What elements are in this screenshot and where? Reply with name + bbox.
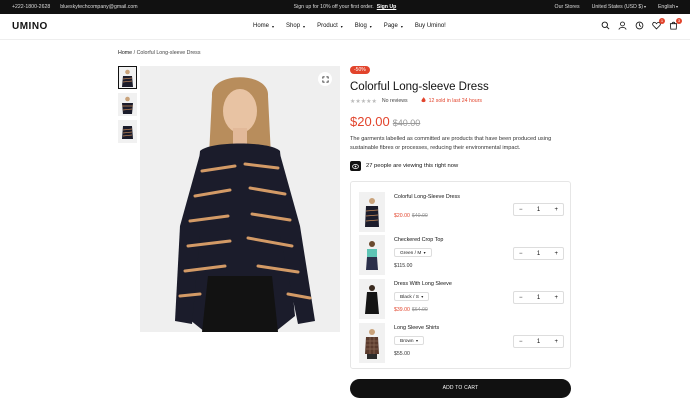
bundle-item-name[interactable]: Colorful Long-Sleeve Dress bbox=[394, 194, 460, 200]
cart-count-badge: 3 bbox=[676, 18, 682, 24]
nav-item-buy[interactable]: Buy Umino! bbox=[415, 23, 446, 29]
bundle-item: Dress With Long Sleeve Black / S ▾ $39.0… bbox=[359, 279, 564, 319]
currency-selector[interactable]: United States (USD $)▾ bbox=[592, 4, 646, 10]
review-count[interactable]: No reviews bbox=[382, 98, 408, 104]
bundle-item-price: $55.00 bbox=[394, 351, 410, 357]
quantity-stepper[interactable]: − 1 + bbox=[513, 203, 564, 216]
nav-item-product[interactable]: Product ▾ bbox=[317, 23, 343, 29]
bundle-item: Colorful Long-Sleeve Dress $20.00 $40.00 … bbox=[359, 192, 564, 232]
product-description: The garments labelled as committed are p… bbox=[350, 136, 552, 151]
current-price: $20.00 bbox=[350, 114, 390, 129]
add-to-cart-button[interactable]: ADD TO CART bbox=[350, 379, 571, 398]
nav-item-blog[interactable]: Blog ▾ bbox=[355, 23, 372, 29]
language-selector[interactable]: English▾ bbox=[658, 4, 678, 10]
bundle-item-price: $20.00 $40.00 bbox=[394, 213, 428, 219]
cart-icon[interactable]: 3 bbox=[669, 18, 682, 30]
chevron-down-icon: ▾ bbox=[643, 4, 646, 9]
increase-button[interactable]: + bbox=[554, 295, 558, 301]
compare-icon[interactable] bbox=[635, 21, 644, 30]
quantity-stepper[interactable]: − 1 + bbox=[513, 335, 564, 348]
viewing-text: 27 people are viewing this right now bbox=[366, 163, 459, 169]
announcement-bar: +222-1800-2628 blueskytechcompany@gmail.… bbox=[0, 0, 690, 14]
star-rating-icon[interactable]: ★★★★★ bbox=[350, 98, 377, 105]
chevron-down-icon: ▾ bbox=[303, 23, 306, 29]
decrease-button[interactable]: − bbox=[519, 339, 523, 345]
bundle-item-price: $115.00 bbox=[394, 263, 413, 269]
rating-row: ★★★★★ No reviews 12 sold in last 24 hour… bbox=[350, 97, 482, 105]
decrease-button[interactable]: − bbox=[519, 251, 523, 257]
increase-button[interactable]: + bbox=[554, 207, 558, 213]
main-product-image[interactable] bbox=[140, 66, 340, 332]
bundle-item-name[interactable]: Long Sleeve Shirts bbox=[394, 325, 439, 331]
viewing-notice: 27 people are viewing this right now bbox=[350, 161, 458, 171]
thumbnail-3[interactable] bbox=[118, 120, 137, 143]
nav-item-home[interactable]: Home ▾ bbox=[253, 23, 274, 29]
chevron-down-icon: ▾ bbox=[272, 23, 275, 29]
variant-select[interactable]: Brown ▾ bbox=[394, 336, 424, 345]
bundle-item: Long Sleeve Shirts Brown ▾ $55.00 − 1 + bbox=[359, 323, 564, 363]
chevron-down-icon: ▾ bbox=[415, 338, 418, 343]
thumbnail-image bbox=[122, 96, 133, 114]
chevron-down-icon: ▾ bbox=[340, 23, 343, 29]
quantity-value[interactable]: 1 bbox=[537, 207, 540, 213]
bundle-item: Checkered Crop Top Green / M ▾ $115.00 −… bbox=[359, 235, 564, 275]
our-stores-link[interactable]: Our Stores bbox=[555, 4, 580, 10]
heart-icon[interactable]: 1 bbox=[652, 18, 665, 30]
expand-icon[interactable] bbox=[318, 72, 332, 86]
wishlist-count-badge: 1 bbox=[659, 18, 665, 24]
chevron-down-icon: ▾ bbox=[675, 4, 678, 9]
breadcrumb: Home / Colorful Long-sleeve Dress bbox=[118, 50, 200, 56]
bundle-item-image[interactable] bbox=[359, 323, 385, 363]
quantity-value[interactable]: 1 bbox=[537, 339, 540, 345]
chevron-down-icon: ▾ bbox=[369, 23, 372, 29]
quantity-value[interactable]: 1 bbox=[537, 295, 540, 301]
bundle-item-image[interactable] bbox=[359, 279, 385, 319]
thumbnail-list bbox=[118, 66, 137, 143]
eye-icon bbox=[350, 161, 361, 171]
variant-select[interactable]: Black / S ▾ bbox=[394, 292, 430, 301]
price: $20.00 $40.00 bbox=[350, 114, 420, 129]
breadcrumb-separator: / bbox=[133, 50, 136, 56]
logo[interactable]: UMINO bbox=[12, 21, 48, 32]
search-icon[interactable] bbox=[601, 21, 610, 30]
thumbnail-2[interactable] bbox=[118, 93, 137, 116]
sale-badge: -50% bbox=[350, 66, 370, 74]
user-icon[interactable] bbox=[618, 21, 627, 30]
decrease-button[interactable]: − bbox=[519, 295, 523, 301]
signup-link[interactable]: Sign Up bbox=[377, 4, 397, 10]
fire-icon bbox=[421, 97, 426, 105]
thumbnail-image bbox=[122, 69, 133, 87]
thumbnail-image bbox=[122, 125, 133, 139]
bundle-item-name[interactable]: Dress With Long Sleeve bbox=[394, 281, 452, 287]
product-title: Colorful Long-sleeve Dress bbox=[350, 81, 489, 93]
breadcrumb-home[interactable]: Home bbox=[118, 50, 132, 56]
bundle-item-image[interactable] bbox=[359, 192, 385, 232]
increase-button[interactable]: + bbox=[554, 339, 558, 345]
bundle-product-list: Colorful Long-Sleeve Dress $20.00 $40.00 … bbox=[350, 181, 571, 369]
bundle-item-name[interactable]: Checkered Crop Top bbox=[394, 237, 443, 243]
bundle-item-price: $39.00 $64.00 bbox=[394, 307, 428, 313]
main-nav: Home ▾ Shop ▾ Product ▾ Blog ▾ Page ▾ Buy Umi… bbox=[253, 23, 446, 29]
chevron-down-icon: ▾ bbox=[400, 23, 403, 29]
thumbnail-1[interactable] bbox=[118, 66, 137, 89]
breadcrumb-current: Colorful Long-sleeve Dress bbox=[136, 50, 201, 56]
quantity-value[interactable]: 1 bbox=[537, 251, 540, 257]
promo-message: Sign up for 10% off your first order. bbox=[293, 4, 374, 10]
old-price: $40.00 bbox=[392, 118, 421, 128]
variant-select[interactable]: Green / M ▾ bbox=[394, 248, 432, 257]
chevron-down-icon: ▾ bbox=[423, 250, 426, 255]
site-header: UMINO Home ▾ Shop ▾ Product ▾ Blog ▾ Page ▾ B… bbox=[0, 14, 690, 40]
model-photo bbox=[140, 66, 340, 332]
nav-item-page[interactable]: Page ▾ bbox=[384, 23, 403, 29]
sold-text: 12 sold in last 24 hours bbox=[428, 98, 482, 104]
quantity-stepper[interactable]: − 1 + bbox=[513, 247, 564, 260]
bundle-item-image[interactable] bbox=[359, 235, 385, 275]
increase-button[interactable]: + bbox=[554, 251, 558, 257]
chevron-down-icon: ▾ bbox=[421, 294, 424, 299]
nav-item-shop[interactable]: Shop ▾ bbox=[286, 23, 305, 29]
sold-indicator: 12 sold in last 24 hours bbox=[421, 97, 482, 105]
decrease-button[interactable]: − bbox=[519, 207, 523, 213]
quantity-stepper[interactable]: − 1 + bbox=[513, 291, 564, 304]
